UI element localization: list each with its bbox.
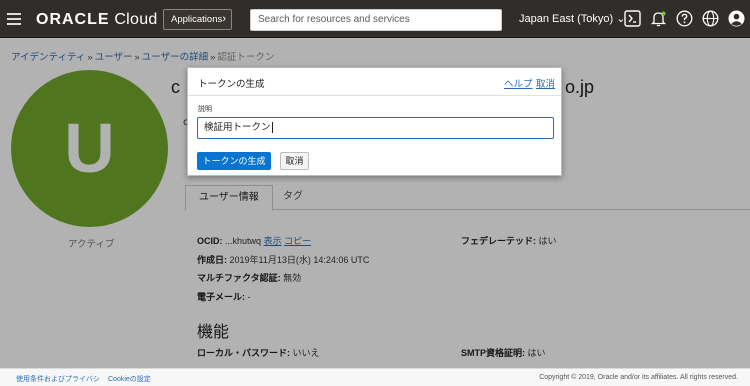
generate-token-dialog: トークンの生成 ヘルプ 取消 説明 検証用トークン トークンの生成 取消 bbox=[187, 67, 562, 176]
dialog-divider bbox=[188, 95, 561, 96]
user-icon[interactable] bbox=[728, 10, 745, 27]
footer: 使用条件およびプライバシ Cookieの設定 Copyright © 2019,… bbox=[0, 368, 750, 386]
cancel-link[interactable]: 取消 bbox=[536, 76, 555, 90]
hamburger-menu-icon[interactable] bbox=[7, 13, 21, 25]
top-navigation-bar: ORACLE Cloud Applications › Search for re… bbox=[0, 0, 750, 38]
description-label: 説明 bbox=[198, 106, 212, 113]
help-link[interactable]: ヘルプ bbox=[504, 76, 533, 90]
cookie-settings-link[interactable]: Cookieの設定 bbox=[108, 374, 151, 384]
applications-label: Applications bbox=[171, 14, 223, 25]
description-value: 検証用トークン bbox=[204, 122, 271, 133]
globe-icon[interactable] bbox=[702, 10, 719, 27]
region-selector[interactable]: Japan East (Tokyo) ⌄ bbox=[519, 12, 625, 25]
applications-button[interactable]: Applications › bbox=[163, 9, 232, 30]
oracle-cloud-logo[interactable]: ORACLE Cloud bbox=[36, 11, 158, 29]
copyright-text: Copyright © 2019, Oracle and/or its affi… bbox=[539, 374, 738, 381]
chevron-right-icon: › bbox=[222, 13, 226, 25]
dialog-title: トークンの生成 bbox=[198, 79, 265, 90]
terminal-icon[interactable] bbox=[624, 10, 641, 27]
help-icon[interactable] bbox=[676, 10, 693, 27]
search-input[interactable]: Search for resources and services bbox=[250, 9, 502, 31]
generate-token-button[interactable]: トークンの生成 bbox=[197, 152, 271, 170]
description-input[interactable]: 検証用トークン bbox=[197, 117, 554, 139]
cancel-button[interactable]: 取消 bbox=[280, 152, 309, 170]
text-caret bbox=[271, 121, 273, 133]
bell-icon[interactable] bbox=[650, 10, 667, 27]
terms-privacy-link[interactable]: 使用条件およびプライバシ bbox=[16, 374, 100, 384]
